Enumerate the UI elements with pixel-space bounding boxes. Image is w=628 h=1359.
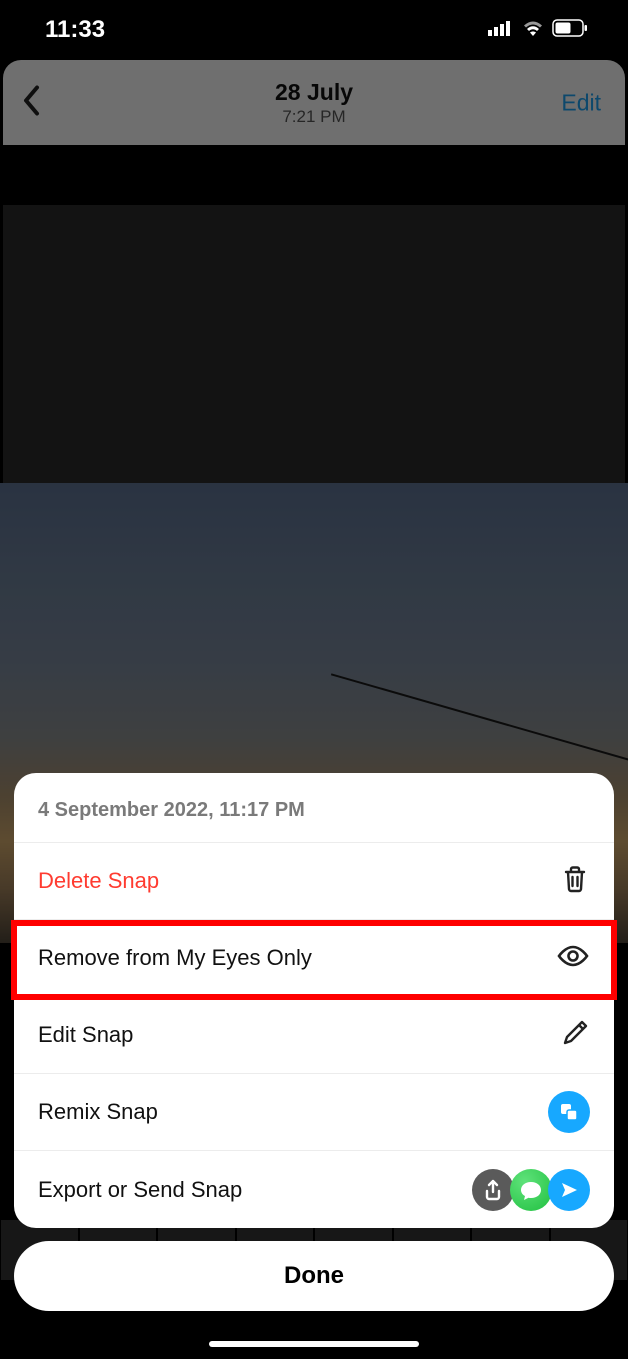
trash-icon [560, 864, 590, 899]
pencil-icon [560, 1018, 590, 1053]
status-time: 11:33 [45, 16, 105, 44]
delete-snap-item[interactable]: Delete Snap [14, 843, 614, 920]
remove-my-eyes-only-label: Remove from My Eyes Only [38, 945, 312, 971]
edit-snap-item[interactable]: Edit Snap [14, 997, 614, 1074]
wifi-icon [521, 19, 545, 42]
sheet-timestamp: 4 September 2022, 11:17 PM [14, 773, 614, 843]
export-icon [472, 1169, 514, 1211]
status-bar: 11:33 [0, 0, 628, 60]
edit-snap-label: Edit Snap [38, 1022, 133, 1048]
home-indicator[interactable] [209, 1341, 419, 1347]
delete-snap-label: Delete Snap [38, 868, 159, 894]
action-sheet: 4 September 2022, 11:17 PM Delete Snap R… [14, 773, 614, 1228]
export-send-snap-item[interactable]: Export or Send Snap [14, 1151, 614, 1228]
messages-icon [510, 1169, 552, 1211]
export-send-label: Export or Send Snap [38, 1177, 242, 1203]
remix-snap-label: Remix Snap [38, 1099, 158, 1125]
status-indicators [488, 19, 588, 42]
remix-icon [548, 1091, 590, 1133]
done-button[interactable]: Done [14, 1241, 614, 1311]
eye-icon [556, 944, 590, 973]
battery-icon [552, 19, 588, 42]
remix-snap-item[interactable]: Remix Snap [14, 1074, 614, 1151]
remove-my-eyes-only-item[interactable]: Remove from My Eyes Only [14, 920, 614, 997]
cellular-icon [488, 20, 514, 41]
send-icon [548, 1169, 590, 1211]
